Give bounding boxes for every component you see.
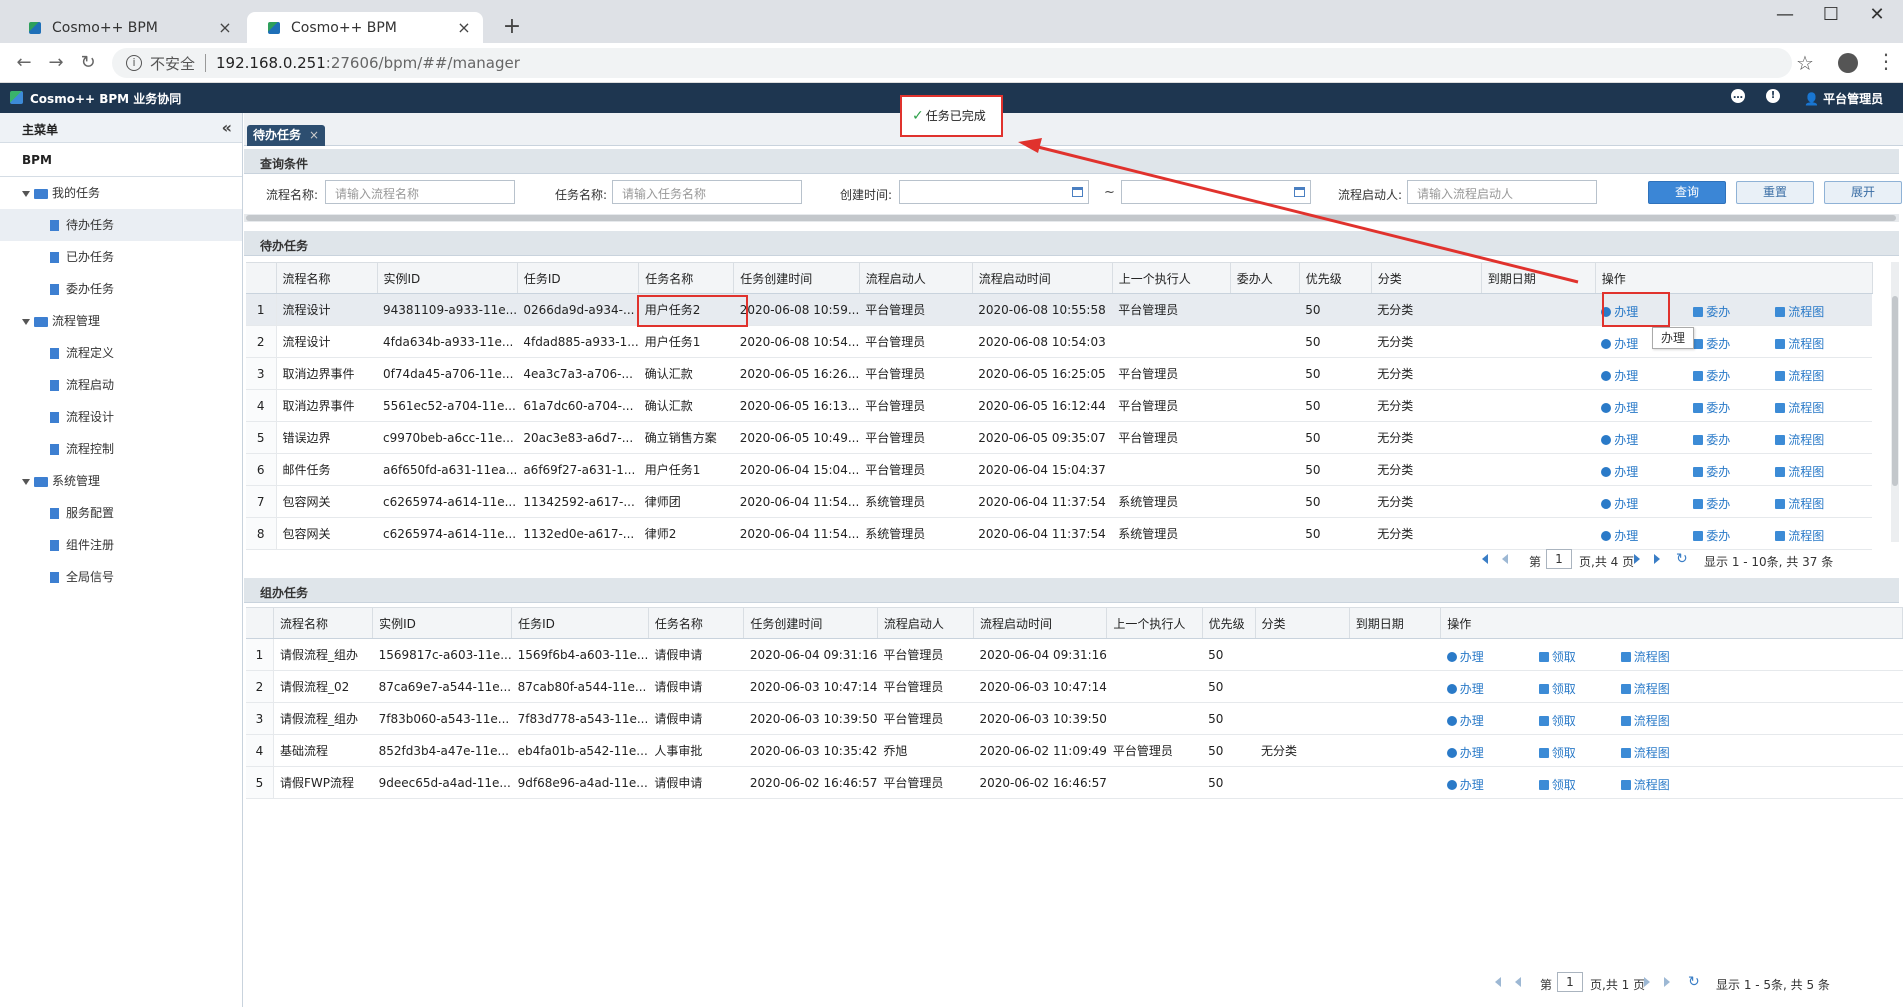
annotation-arrow-head: [1018, 138, 1042, 153]
action-tooltip: 办理: [1652, 327, 1694, 349]
annotation-arrow-line: [1029, 143, 1579, 284]
annotation-arrow: [1018, 138, 1579, 284]
